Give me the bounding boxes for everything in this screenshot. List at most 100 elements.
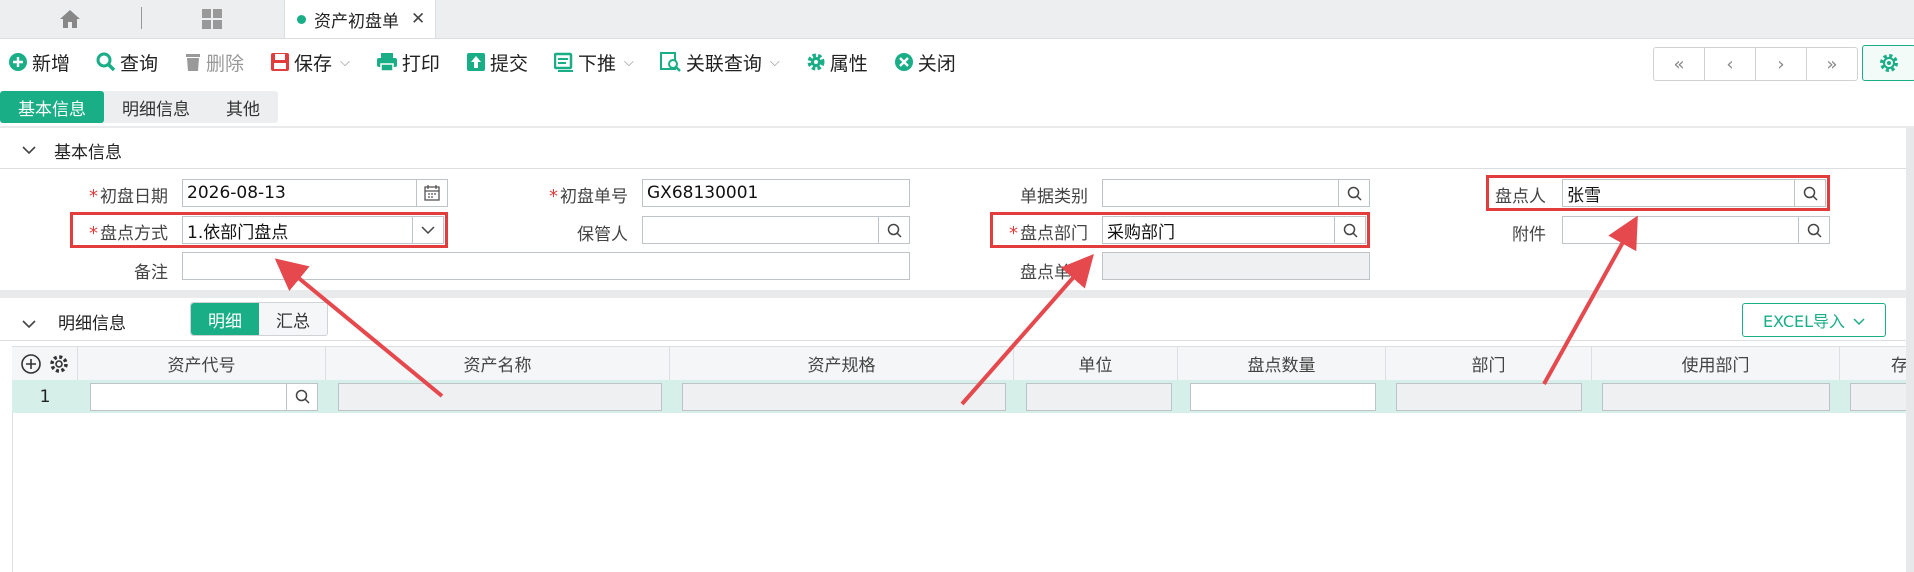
asset-name-cell xyxy=(338,382,662,411)
close-button[interactable]: 关闭 xyxy=(894,40,956,84)
count-qty-input[interactable] xyxy=(1190,382,1376,411)
section-tabs: 基本信息 明细信息 其他 xyxy=(0,91,278,123)
method-label: * 盘点方式 xyxy=(89,223,168,244)
doc-tab-title: 资产初盘单 xyxy=(314,11,399,32)
detail-info-title: 明细信息 xyxy=(58,314,126,334)
add-row-icon[interactable] xyxy=(20,353,42,375)
tab-detail-info[interactable]: 明细信息 xyxy=(104,91,208,123)
basic-info-title: 基本信息 xyxy=(54,142,122,163)
remark-label: 备注 xyxy=(134,263,168,283)
home-tab[interactable] xyxy=(0,0,140,38)
initial-no-field[interactable]: GX68130001 xyxy=(642,179,910,207)
chevron-down-icon[interactable] xyxy=(22,314,36,334)
related-search-icon xyxy=(659,52,682,72)
col-use-dept[interactable]: 使用部门 xyxy=(1592,347,1840,380)
chevron-down-icon[interactable]: ⌵ xyxy=(340,55,350,70)
doc-type-field[interactable] xyxy=(1102,179,1370,207)
active-dot-icon xyxy=(297,14,306,24)
attachment-label: 附件 xyxy=(1512,225,1546,245)
related-query-button[interactable]: 关联查询 ⌵ xyxy=(659,40,780,84)
grid-tools xyxy=(12,347,78,380)
keeper-field[interactable] xyxy=(642,216,910,244)
calendar-icon[interactable] xyxy=(416,180,447,206)
keeper-label: 保管人 xyxy=(577,225,628,245)
new-button-label: 新增 xyxy=(32,52,71,75)
trash-icon xyxy=(184,52,202,72)
detail-view-switch: 明细 汇总 xyxy=(190,302,328,336)
search-icon xyxy=(96,52,116,72)
submit-button[interactable]: 提交 xyxy=(466,40,528,84)
close-tab-icon[interactable]: ✕ xyxy=(411,9,425,29)
toolbar: 新增 查询 删除 保存 ⌵ 打印 提交 下推 ⌵ 关联查询 ⌵ 属性 关闭 xyxy=(0,40,982,84)
remark-field[interactable] xyxy=(182,252,910,280)
search-icon[interactable] xyxy=(1338,180,1369,206)
close-button-label: 关闭 xyxy=(917,52,956,75)
last-record-button[interactable]: » xyxy=(1806,47,1858,81)
basic-info-header[interactable]: 基本信息 xyxy=(0,132,1914,169)
col-count-qty[interactable]: 盘点数量 xyxy=(1178,347,1386,380)
print-button[interactable]: 打印 xyxy=(376,40,440,84)
col-asset-name[interactable]: 资产名称 xyxy=(326,347,670,380)
seg-summary[interactable]: 汇总 xyxy=(259,303,327,335)
doc-type-label: 单据类别 xyxy=(1020,187,1088,207)
properties-button[interactable]: 属性 xyxy=(806,40,868,84)
excel-import-button[interactable]: EXCEL导入 xyxy=(1742,303,1886,337)
printer-icon xyxy=(376,52,398,72)
asset-code-input[interactable] xyxy=(90,382,318,411)
search-icon[interactable] xyxy=(878,217,909,243)
query-button[interactable]: 查询 xyxy=(96,40,158,84)
doc-tab-asset-initial-count[interactable]: 资产初盘单 ✕ xyxy=(284,0,436,38)
tab-other[interactable]: 其他 xyxy=(208,91,278,123)
delete-button[interactable]: 删除 xyxy=(184,40,244,84)
attachment-field[interactable] xyxy=(1562,216,1830,244)
col-unit[interactable]: 单位 xyxy=(1014,347,1178,380)
apps-tab[interactable] xyxy=(142,0,282,38)
initial-date-label: * 初盘日期 xyxy=(89,186,168,207)
table-row[interactable]: 1 xyxy=(12,380,1914,413)
initial-no-label: * 初盘单号 xyxy=(549,186,628,207)
submit-button-label: 提交 xyxy=(489,52,528,75)
gear-icon xyxy=(806,52,826,72)
settings-button[interactable] xyxy=(1862,45,1914,81)
chevron-down-icon[interactable] xyxy=(412,217,443,243)
floppy-save-icon xyxy=(270,52,290,72)
initial-date-field[interactable]: 2026-08-13 xyxy=(182,179,448,207)
save-button[interactable]: 保存 ⌵ xyxy=(270,40,350,84)
method-select[interactable]: 1.依部门盘点 xyxy=(182,216,444,244)
search-icon[interactable] xyxy=(1798,217,1829,243)
grid-apps-icon xyxy=(202,9,222,29)
col-asset-spec[interactable]: 资产规格 xyxy=(670,347,1014,380)
delete-button-label: 删除 xyxy=(206,52,245,75)
dept-label: * 盘点部门 xyxy=(1009,223,1088,244)
prev-record-button[interactable]: ‹ xyxy=(1704,47,1756,81)
related-query-button-label: 关联查询 xyxy=(685,52,762,75)
tab-basic-info[interactable]: 基本信息 xyxy=(0,91,104,123)
chevron-down-icon[interactable] xyxy=(22,140,36,160)
chevron-down-icon[interactable]: ⌵ xyxy=(624,55,634,70)
counter-field[interactable]: 张雪 xyxy=(1562,179,1826,207)
query-button-label: 查询 xyxy=(120,52,159,75)
seg-detail[interactable]: 明细 xyxy=(191,303,259,335)
search-icon[interactable] xyxy=(1334,217,1365,243)
search-icon[interactable] xyxy=(286,383,317,410)
first-record-button[interactable]: « xyxy=(1653,47,1705,81)
dept-field[interactable]: 采购部门 xyxy=(1102,216,1366,244)
document-list-icon xyxy=(553,52,574,72)
chevron-down-icon[interactable]: ⌵ xyxy=(770,55,780,70)
unit-cell xyxy=(1026,382,1172,411)
col-dept[interactable]: 部门 xyxy=(1386,347,1592,380)
row-number: 1 xyxy=(39,386,51,407)
search-icon[interactable] xyxy=(1794,180,1825,206)
gear-icon[interactable] xyxy=(48,353,70,375)
new-button[interactable]: 新增 xyxy=(8,40,70,84)
dept-cell xyxy=(1396,382,1582,411)
chevron-down-icon xyxy=(1853,311,1865,330)
print-button-label: 打印 xyxy=(401,52,440,75)
col-asset-code[interactable]: 资产代号 xyxy=(78,347,326,380)
col-truncated[interactable]: 存 xyxy=(1840,347,1914,380)
upload-icon xyxy=(466,52,486,72)
next-record-button[interactable]: › xyxy=(1755,47,1807,81)
divider xyxy=(0,290,1914,298)
vertical-scrollbar[interactable] xyxy=(1906,128,1914,572)
push-down-button[interactable]: 下推 ⌵ xyxy=(553,40,634,84)
